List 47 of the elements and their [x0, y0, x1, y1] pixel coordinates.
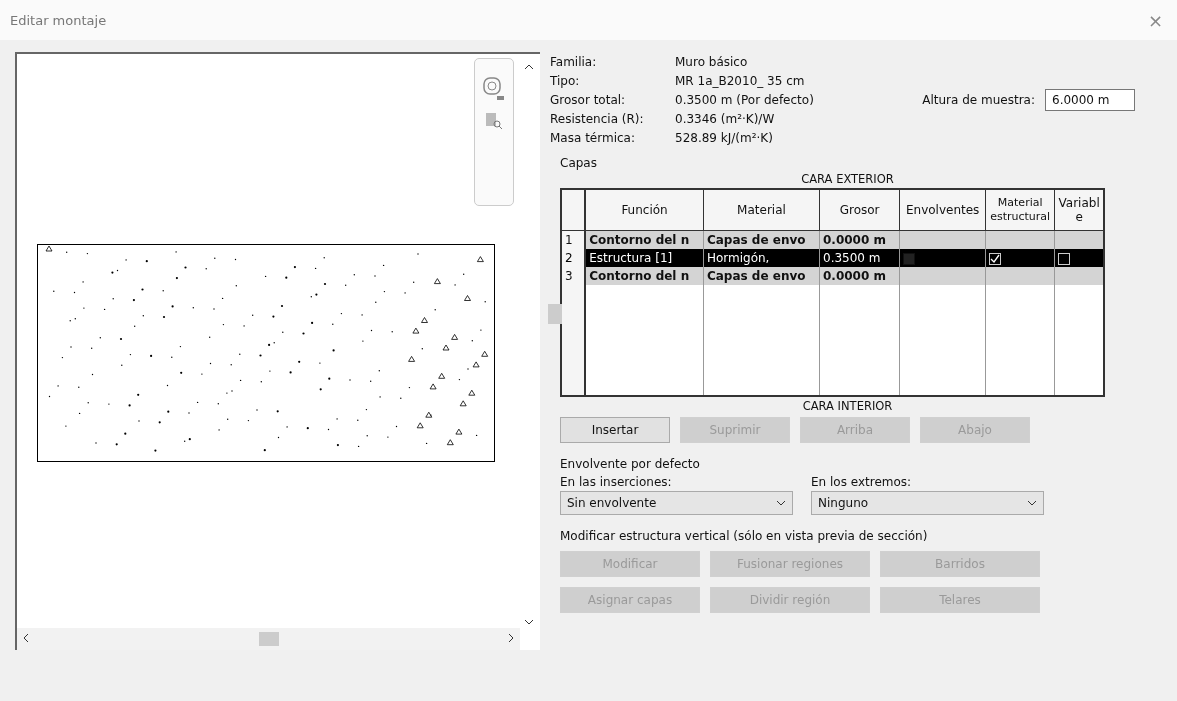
action-button[interactable]: Insertar — [560, 417, 670, 443]
scrollbar-thumb[interactable] — [548, 304, 562, 324]
property-value: Muro básico — [675, 54, 749, 70]
table-row[interactable]: 3 Contorno del n Capas de envo 0.0000 m — [561, 267, 1104, 285]
sample-height-field[interactable]: 6.0000 m — [1045, 89, 1135, 111]
table-cell: Hormigón, — [703, 249, 820, 267]
chevron-down-icon — [1027, 500, 1037, 506]
property-value: 0.3500 m (Por defecto) — [675, 92, 814, 108]
close-button[interactable]: × — [1147, 9, 1163, 31]
row-number: 2 — [561, 249, 586, 267]
column-header: Variabl e — [1054, 189, 1104, 231]
field-label: Altura de muestra: — [922, 93, 1035, 107]
checkbox[interactable] — [903, 252, 916, 265]
section-title: Envolvente por defecto — [560, 457, 701, 471]
property-label: Grosor total: — [550, 92, 627, 108]
column-header: Grosor — [819, 189, 900, 231]
scrollbar-thumb[interactable] — [258, 632, 279, 646]
column-header: Material estructural — [985, 189, 1055, 231]
property-label: Familia: — [550, 54, 598, 70]
row-number: 1 — [561, 230, 586, 249]
property-label: Resistencia (R): — [550, 111, 645, 127]
field-label: En las inserciones: — [560, 475, 673, 489]
table-cell: 0.0000 m — [819, 267, 900, 285]
table-caption: CARA EXTERIOR — [800, 172, 895, 186]
property-label: Masa térmica: — [550, 130, 636, 146]
zoom-2d-icon[interactable] — [483, 77, 505, 101]
field-label: En los extremos: — [811, 475, 913, 489]
table-cell: 0.3500 m — [819, 249, 900, 267]
table-cell: Capas de envo — [703, 267, 820, 285]
column-header: Material — [703, 189, 820, 231]
group-title: Capas — [560, 156, 597, 170]
property-label: Tipo: — [550, 73, 581, 89]
window-title: Editar montaje — [10, 12, 107, 28]
zoom-page-icon[interactable] — [484, 111, 504, 131]
row-number: 3 — [561, 267, 586, 285]
section-title: Modificar estructura vertical (sólo en vista previa de sección) — [560, 529, 929, 543]
property-value: MR 1a_B2010_ 35 cm — [675, 73, 806, 89]
dropdown[interactable]: Ninguno — [811, 491, 1044, 515]
column-header: Función — [585, 189, 704, 231]
table-caption: CARA INTERIOR — [801, 399, 894, 413]
dropdown[interactable]: Sin envolvente — [560, 491, 793, 515]
table-cell: Estructura [1] — [585, 249, 704, 267]
table-cell: Contorno del n — [585, 267, 704, 285]
property-value: 0.3346 (m²·K)/W — [675, 111, 776, 127]
chevron-down-icon — [776, 500, 786, 506]
column-header: Envolventes — [899, 189, 986, 231]
property-value: 528.89 kJ/(m²·K) — [675, 130, 774, 146]
